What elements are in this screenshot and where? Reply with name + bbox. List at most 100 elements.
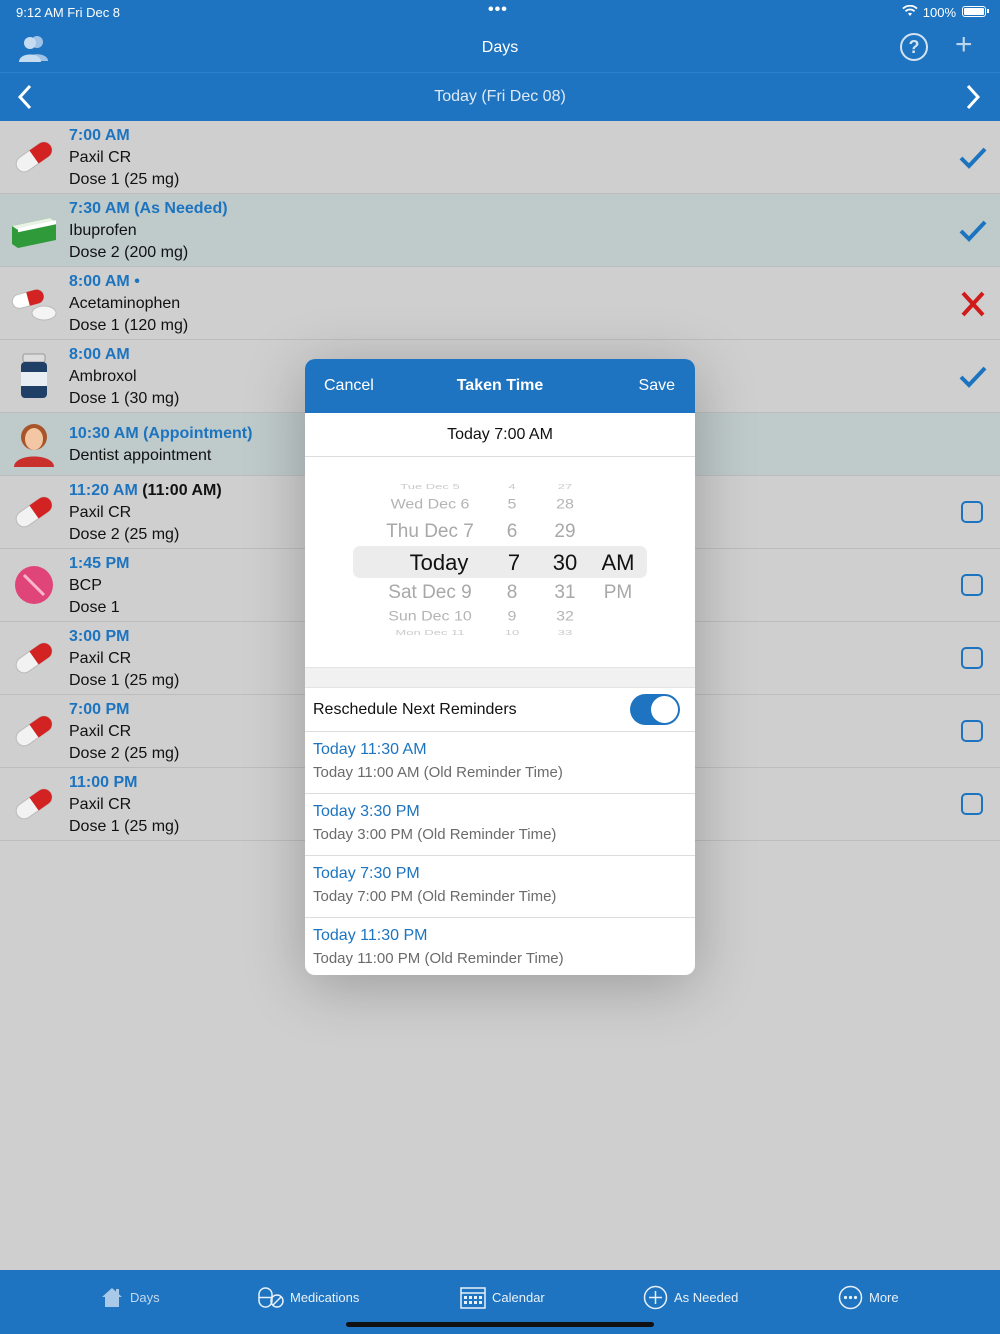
dose-label: Dose 1: [69, 599, 120, 616]
tab-calendar[interactable]: Calendar: [460, 1284, 545, 1310]
plus-circle-icon: [643, 1285, 668, 1309]
medication-name: Paxil CR: [69, 796, 132, 813]
picker-hour[interactable]: 10: [497, 628, 527, 636]
picker-hour[interactable]: 8: [497, 582, 527, 604]
dose-time: 8:00 AM •: [69, 273, 140, 290]
dose-time: 11:20 AM (11:00 AM): [69, 482, 222, 499]
checkmark-icon[interactable]: [958, 218, 988, 244]
picker-minute[interactable]: 27: [545, 482, 585, 490]
picker-day[interactable]: Thu Dec 7: [355, 521, 505, 543]
tab-label: Days: [130, 1289, 160, 1305]
capsule-icon: [15, 496, 53, 528]
medication-name: Ibuprofen: [69, 222, 137, 239]
save-button[interactable]: Save: [639, 377, 675, 395]
dose-label: Dose 1 (120 mg): [69, 317, 189, 334]
picker-minute[interactable]: 29: [545, 521, 585, 543]
old-reminder-time: Today 7:00 PM (Old Reminder Time): [313, 888, 557, 905]
medication-name: Acetaminophen: [69, 295, 181, 312]
dose-time: 7:00 AM: [69, 127, 130, 144]
house-icon: [102, 1288, 122, 1307]
picker-day[interactable]: Sat Dec 9: [355, 582, 505, 604]
picker-day[interactable]: Tue Dec 5: [355, 482, 505, 490]
round-pill-icon: [15, 566, 53, 604]
picker-minute[interactable]: 32: [545, 609, 585, 624]
tab-days[interactable]: Days: [100, 1284, 160, 1310]
status-time: 9:12 AM Fri Dec 8: [16, 5, 121, 20]
taken-time-dialog: Cancel Taken Time Save Today 7:00 AM Tue…: [305, 359, 695, 975]
old-reminder-time: Today 3:00 PM (Old Reminder Time): [313, 826, 557, 843]
rescheduled-reminder[interactable]: Today 11:30 AM Today 11:00 AM (Old Remin…: [305, 732, 695, 794]
dose-time: 8:00 AM: [69, 346, 130, 363]
picker-hour[interactable]: 4: [497, 482, 527, 490]
page-title: Days: [481, 39, 519, 56]
dose-label: Dose 1 (25 mg): [69, 672, 180, 689]
dialog-title: Taken Time: [456, 377, 544, 394]
dose-row[interactable]: 8:00 AM • Acetaminophen Dose 1 (120 mg): [0, 267, 1000, 340]
dose-time: 10:30 AM (Appointment): [69, 425, 253, 442]
date-navigator: Today (Fri Dec 08): [0, 72, 1000, 122]
pill-bottle-icon: [21, 353, 47, 398]
dose-time: 3:00 PM: [69, 628, 130, 645]
add-icon[interactable]: +: [955, 30, 973, 60]
dose-time: 1:45 PM: [69, 555, 130, 572]
reschedule-label: Reschedule Next Reminders: [313, 701, 517, 718]
picker-minute[interactable]: 31: [545, 582, 585, 604]
dose-row[interactable]: 7:30 AM (As Needed) Ibuprofen Dose 2 (20…: [0, 194, 1000, 267]
rescheduled-reminder[interactable]: Today 11:30 PM Today 11:00 PM (Old Remin…: [305, 918, 695, 975]
new-reminder-time: Today 11:30 AM: [313, 741, 427, 758]
wifi-icon: [902, 5, 918, 16]
current-date: Today (Fri Dec 08): [434, 88, 566, 105]
take-checkbox[interactable]: [961, 501, 983, 523]
capsule-icon: [15, 141, 53, 173]
capsule-icon: [15, 788, 53, 820]
new-reminder-time: Today 11:30 PM: [313, 927, 428, 944]
dose-label: Dose 1 (30 mg): [69, 390, 180, 407]
missed-x-icon[interactable]: [958, 291, 988, 317]
picker-ampm-selected[interactable]: AM: [597, 550, 639, 576]
picker-hour-selected[interactable]: 7: [499, 550, 529, 576]
dose-time: 11:00 PM: [69, 774, 138, 791]
toggle-knob: [651, 696, 678, 723]
medication-name: Paxil CR: [69, 504, 132, 521]
tab-more[interactable]: More: [838, 1284, 899, 1310]
pills-icon: [11, 289, 57, 321]
tab-medications[interactable]: Medications: [258, 1284, 359, 1310]
picker-minute[interactable]: 28: [545, 497, 585, 512]
tab-as-needed[interactable]: As Needed: [643, 1284, 738, 1310]
rescheduled-reminder[interactable]: Today 3:30 PM Today 3:00 PM (Old Reminde…: [305, 794, 695, 856]
new-reminder-time: Today 3:30 PM: [313, 803, 420, 820]
dose-label: Dose 2 (25 mg): [69, 526, 180, 543]
calendar-icon: [460, 1287, 486, 1309]
picker-hour[interactable]: 9: [497, 609, 527, 624]
rescheduled-reminder[interactable]: Today 7:30 PM Today 7:00 PM (Old Reminde…: [305, 856, 695, 918]
dose-time: 7:30 AM (As Needed): [69, 200, 228, 217]
take-checkbox[interactable]: [961, 574, 983, 596]
medication-name: Paxil CR: [69, 149, 132, 166]
picker-hour[interactable]: 6: [497, 521, 527, 543]
picker-hour[interactable]: 5: [497, 497, 527, 512]
checkmark-icon[interactable]: [958, 145, 988, 171]
checkmark-icon[interactable]: [958, 364, 988, 390]
picker-day[interactable]: Mon Dec 11: [355, 628, 505, 636]
chevron-right-icon[interactable]: [962, 82, 984, 112]
home-indicator: [346, 1322, 654, 1327]
appointment-name: Dentist appointment: [69, 447, 212, 464]
dialog-header: Cancel Taken Time Save: [305, 359, 695, 413]
help-icon[interactable]: ?: [900, 33, 928, 61]
multitask-dots-icon[interactable]: •••: [488, 1, 508, 19]
picker-ampm[interactable]: PM: [597, 582, 639, 604]
medication-name: Ambroxol: [69, 368, 137, 385]
dose-row[interactable]: 7:00 AM Paxil CR Dose 1 (25 mg): [0, 121, 1000, 194]
date-time-picker[interactable]: Tue Dec 5 Wed Dec 6 Thu Dec 7 Today Sat …: [305, 457, 695, 667]
picker-day[interactable]: Wed Dec 6: [355, 497, 505, 512]
picker-day[interactable]: Sun Dec 10: [355, 609, 505, 624]
take-checkbox[interactable]: [961, 647, 983, 669]
reschedule-toggle[interactable]: [630, 694, 680, 725]
picker-day-selected[interactable]: Today: [355, 550, 523, 576]
nav-bar: Days ? +: [0, 24, 1000, 72]
picker-minute-selected[interactable]: 30: [545, 550, 585, 576]
dose-label: Dose 1 (25 mg): [69, 818, 180, 835]
take-checkbox[interactable]: [961, 793, 983, 815]
take-checkbox[interactable]: [961, 720, 983, 742]
picker-minute[interactable]: 33: [545, 628, 585, 636]
